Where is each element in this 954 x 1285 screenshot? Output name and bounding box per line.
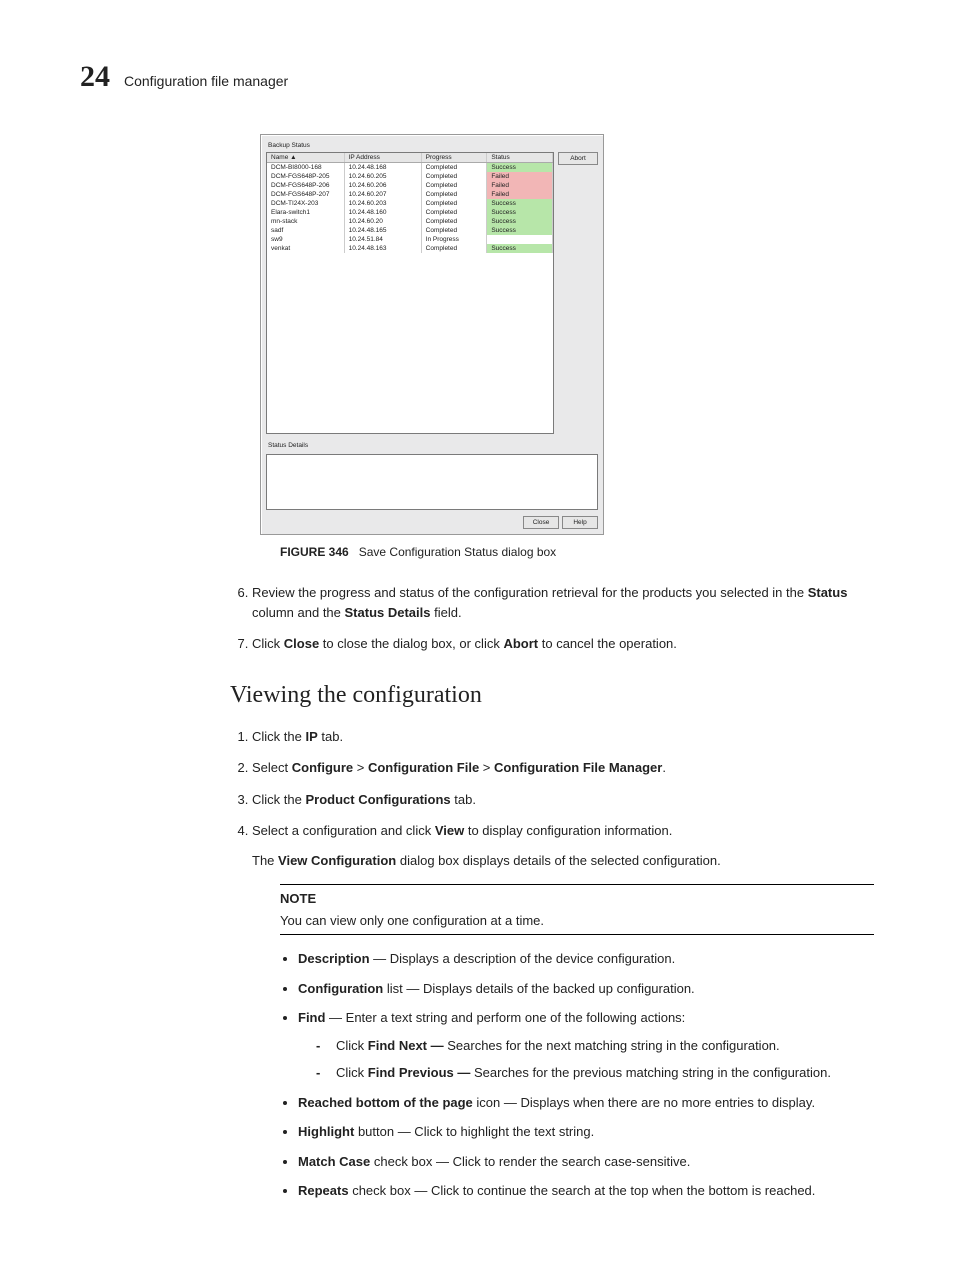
table-row[interactable]: DCM-BI8000-16810.24.48.168CompletedSucce… — [267, 163, 553, 173]
bullet-description: Description — Displays a description of … — [298, 949, 874, 969]
bullet-find: Find — Enter a text string and perform o… — [298, 1008, 874, 1083]
figure-label: FIGURE 346 — [280, 545, 349, 559]
table-row[interactable]: venkat10.24.48.163CompletedSuccess — [267, 244, 553, 253]
col-ip[interactable]: IP Address — [344, 153, 421, 163]
bullet-reached-bottom: Reached bottom of the page icon — Displa… — [298, 1093, 874, 1113]
abort-button[interactable]: Abort — [558, 152, 598, 165]
status-details-box — [266, 454, 598, 510]
figure-text: Save Configuration Status dialog box — [359, 545, 556, 559]
help-button[interactable]: Help — [562, 516, 598, 529]
table-header-row: Name ▲ IP Address Progress Status — [267, 153, 553, 163]
table-row[interactable]: DCM-FGS648P-20710.24.60.207CompletedFail… — [267, 190, 553, 199]
step-b3: Click the Product Configurations tab. — [252, 790, 874, 810]
page-number: 24 — [80, 60, 110, 94]
figure-caption: FIGURE 346 Save Configuration Status dia… — [280, 545, 874, 559]
note-text: You can view only one configuration at a… — [280, 911, 874, 931]
bullet-list: Description — Displays a description of … — [280, 949, 874, 1201]
table-row[interactable]: sadf10.24.48.165CompletedSuccess — [267, 226, 553, 235]
table-row[interactable]: mn-stack10.24.60.20CompletedSuccess — [267, 217, 553, 226]
steps-list-a: Review the progress and status of the co… — [230, 583, 874, 654]
note-label: NOTE — [280, 889, 874, 909]
step-b4: Select a configuration and click View to… — [252, 821, 874, 1201]
step-b2: Select Configure > Configuration File > … — [252, 758, 874, 778]
note-block: NOTE You can view only one configuration… — [280, 884, 874, 935]
col-status[interactable]: Status — [487, 153, 553, 163]
page-header: 24 Configuration file manager — [80, 60, 874, 94]
table-row[interactable]: sw910.24.51.84In Progress — [267, 235, 553, 244]
col-progress[interactable]: Progress — [421, 153, 487, 163]
table-row[interactable]: DCM-FGS648P-20510.24.60.205CompletedFail… — [267, 172, 553, 181]
step-6: Review the progress and status of the co… — [252, 583, 874, 622]
steps-list-b: Click the IP tab. Select Configure > Con… — [230, 727, 874, 1201]
col-name[interactable]: Name ▲ — [267, 153, 344, 163]
bullet-configuration: Configuration list — Displays details of… — [298, 979, 874, 999]
heading-viewing-configuration: Viewing the configuration — [230, 682, 874, 709]
backup-status-table: Name ▲ IP Address Progress Status DCM-BI… — [266, 152, 554, 434]
section-title: Configuration file manager — [124, 73, 288, 89]
dash-find-next: Click Find Next — Searches for the next … — [316, 1036, 874, 1056]
close-button[interactable]: Close — [523, 516, 559, 529]
step-b1: Click the IP tab. — [252, 727, 874, 747]
table-row[interactable]: DCM-FGS648P-20610.24.60.206CompletedFail… — [267, 181, 553, 190]
backup-status-label: Backup Status — [266, 140, 598, 152]
status-details-label: Status Details — [266, 440, 598, 452]
table-row[interactable]: Elara-switch110.24.48.160CompletedSucces… — [267, 208, 553, 217]
table-row[interactable]: DCM-TI24X-20310.24.60.203CompletedSucces… — [267, 199, 553, 208]
save-config-status-dialog: Backup Status Name ▲ IP Address Progress… — [260, 134, 604, 535]
step-7: Click Close to close the dialog box, or … — [252, 634, 874, 654]
bullet-match-case: Match Case check box — Click to render t… — [298, 1152, 874, 1172]
bullet-repeats: Repeats check box — Click to continue th… — [298, 1181, 874, 1201]
bullet-highlight: Highlight button — Click to highlight th… — [298, 1122, 874, 1142]
dash-find-previous: Click Find Previous — Searches for the p… — [316, 1063, 874, 1083]
